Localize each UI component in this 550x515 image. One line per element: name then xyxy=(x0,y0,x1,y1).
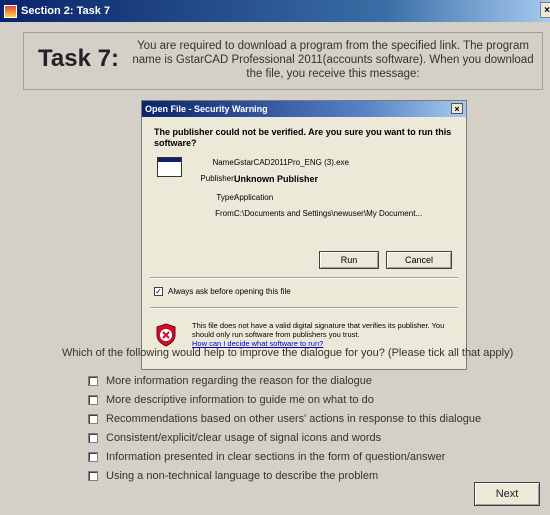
survey-option[interactable]: More descriptive information to guide me… xyxy=(88,393,374,407)
window-title: Section 2: Task 7 xyxy=(21,5,111,17)
dialog-close-icon: × xyxy=(451,103,463,114)
window-close-button[interactable]: × xyxy=(540,2,550,18)
survey-option[interactable]: Recommendations based on other users' ac… xyxy=(88,412,481,426)
option-checkbox[interactable] xyxy=(88,433,98,443)
dialog-title: Open File - Security Warning xyxy=(145,104,268,114)
survey-option[interactable]: Information presented in clear sections … xyxy=(88,450,445,464)
field-value: Unknown Publisher xyxy=(234,174,319,184)
window-titlebar: Section 2: Task 7 × xyxy=(0,0,550,22)
task-header: Task 7: You are required to download a p… xyxy=(23,32,543,90)
option-checkbox[interactable] xyxy=(88,414,98,424)
field-publisher: Publisher: Unknown Publisher xyxy=(142,174,468,186)
field-value: C:\Documents and Settings\newuser\My Doc… xyxy=(234,209,423,218)
app-icon xyxy=(4,4,17,18)
field-value: Application xyxy=(234,193,274,202)
task-title: Task 7: xyxy=(38,45,119,72)
option-checkbox[interactable] xyxy=(88,376,98,386)
option-label: Consistent/explicit/clear usage of signa… xyxy=(106,432,382,444)
survey-option[interactable]: Consistent/explicit/clear usage of signa… xyxy=(88,431,381,445)
option-label: More descriptive information to guide me… xyxy=(106,394,374,406)
option-checkbox[interactable] xyxy=(88,471,98,481)
always-ask-checkbox: ✓ xyxy=(154,287,163,296)
field-type: Type: Application xyxy=(142,193,468,203)
warning-text: This file does not have a valid digital … xyxy=(192,321,445,339)
field-from: From: C:\Documents and Settings\newuser\… xyxy=(142,209,468,219)
option-label: Using a non-technical language to descri… xyxy=(106,470,379,482)
security-warning-dialog-image: Open File - Security Warning × The publi… xyxy=(141,100,467,370)
main-panel: Task 7: You are required to download a p… xyxy=(0,22,550,515)
survey-option[interactable]: More information regarding the reason fo… xyxy=(88,374,372,388)
field-label: Name: xyxy=(212,158,236,167)
dialog-divider xyxy=(150,307,458,309)
always-ask-label: Always ask before opening this file xyxy=(168,287,291,296)
task-description: You are required to download a program f… xyxy=(132,40,534,80)
dialog-divider xyxy=(150,277,458,279)
run-button: Run xyxy=(319,251,379,269)
option-label: Recommendations based on other users' ac… xyxy=(106,413,482,425)
cancel-button: Cancel xyxy=(386,251,452,269)
survey-option[interactable]: Using a non-technical language to descri… xyxy=(88,469,378,483)
dialog-titlebar: Open File - Security Warning × xyxy=(142,101,466,117)
survey-question: Which of the following would help to imp… xyxy=(62,347,514,359)
shield-x-icon xyxy=(156,323,176,347)
warning-message: This file does not have a valid digital … xyxy=(192,321,454,348)
option-label: More information regarding the reason fo… xyxy=(106,375,372,387)
field-label: Publisher: xyxy=(200,174,236,183)
field-name: Name: GstarCAD2011Pro_ENG (3).exe xyxy=(142,158,468,168)
field-label: Type: xyxy=(216,193,236,202)
next-button[interactable]: Next xyxy=(474,482,540,506)
field-label: From: xyxy=(215,209,236,218)
field-value: GstarCAD2011Pro_ENG (3).exe xyxy=(234,158,350,167)
option-checkbox[interactable] xyxy=(88,452,98,462)
dialog-question: The publisher could not be verified. Are… xyxy=(154,127,452,148)
option-checkbox[interactable] xyxy=(88,395,98,405)
option-label: Information presented in clear sections … xyxy=(106,451,446,463)
